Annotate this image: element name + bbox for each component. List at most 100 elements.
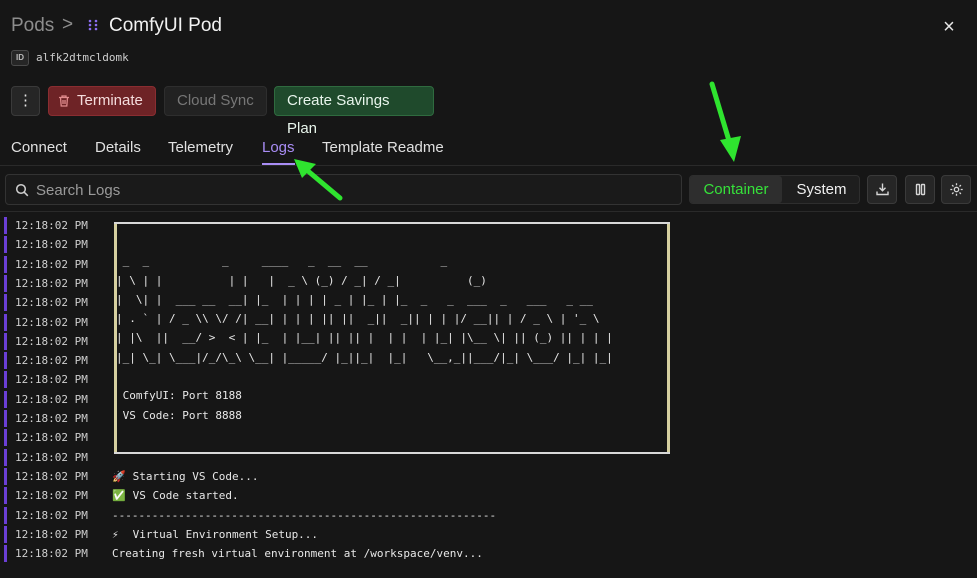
log-row-marker (4, 467, 7, 485)
log-message-text: Starting VS Code... (126, 469, 259, 483)
page-title: ComfyUI Pod (109, 15, 222, 36)
container-button[interactable]: Container (690, 176, 782, 203)
log-row: 12:18:02 PM ✅ VS Code started. (0, 486, 977, 505)
pod-icon (88, 19, 98, 31)
tab-template-readme[interactable]: Template Readme (322, 139, 444, 156)
log-timestamp: 12:18:02 PM (15, 508, 88, 522)
tab-telemetry[interactable]: Telemetry (168, 139, 233, 156)
log-row: 12:18:02 PM -----------------------------… (0, 506, 977, 525)
log-timestamp: 12:18:02 PM (15, 392, 88, 406)
log-message-text: VS Code started. (126, 489, 239, 503)
log-timestamp: 12:18:02 PM (15, 431, 88, 445)
log-source-toggle: Container System (689, 175, 860, 204)
log-row-marker (4, 294, 7, 312)
banner-line: ComfyUI: Port 8188 (116, 389, 242, 403)
log-row-marker (4, 313, 7, 331)
trash-icon (59, 95, 69, 107)
log-timestamp: 12:18:02 PM (15, 334, 88, 348)
banner-ascii-art: _ _ _ ____ _ __ __ _ | \ | | | | | _ \ (_… (116, 232, 613, 444)
banner-line: | \| | ___ __ __| |_ | | | | _ | |_ | |_… (116, 292, 593, 306)
log-timestamp: 12:18:02 PM (15, 412, 88, 425)
search-icon (15, 183, 29, 197)
log-row-marker (4, 487, 7, 505)
log-row-marker (4, 410, 7, 427)
log-timestamp: 12:18:02 PM (15, 219, 88, 232)
id-badge: ID (11, 50, 29, 66)
log-message-text: Virtual Environment Setup... (126, 527, 319, 541)
tab-bar: Connect Details Telemetry Logs Template … (0, 130, 977, 166)
banner-line: VS Code: Port 8888 (116, 408, 242, 422)
pause-logs-button[interactable] (905, 175, 935, 204)
log-message-text: ----------------------------------------… (112, 508, 497, 522)
terminate-label: Terminate (77, 92, 143, 109)
log-timestamp: 12:18:02 PM (15, 527, 88, 541)
breadcrumb-pods[interactable]: Pods (11, 15, 54, 37)
log-settings-button[interactable] (941, 175, 971, 204)
search-logs-input[interactable] (36, 179, 636, 201)
tab-details[interactable]: Details (95, 139, 141, 156)
log-timestamp: 12:18:02 PM (15, 373, 88, 387)
terminate-button[interactable]: Terminate (48, 86, 156, 116)
log-row-marker (4, 217, 7, 234)
log-row-marker (4, 506, 7, 524)
banner-line (116, 425, 613, 444)
log-timestamp: 12:18:02 PM (15, 296, 88, 310)
log-timestamp: 12:18:02 PM (15, 450, 88, 464)
log-message: Creating fresh virtual environment at /w… (112, 547, 483, 560)
download-icon (876, 183, 889, 196)
pause-icon (915, 183, 926, 196)
log-row-marker (4, 255, 7, 273)
log-timestamp: 12:18:02 PM (15, 547, 88, 561)
log-message: ⚡ Virtual Environment Setup... (112, 528, 318, 541)
download-logs-button[interactable] (867, 175, 897, 204)
breadcrumb-separator: > (62, 14, 74, 35)
log-timestamp: 12:18:02 PM (15, 489, 88, 503)
search-box (5, 174, 682, 205)
log-timestamp: 12:18:02 PM (15, 276, 88, 290)
log-timestamp: 12:18:02 PM (15, 257, 88, 271)
log-timestamp: 12:18:02 PM (15, 354, 88, 368)
log-emoji-icon: ✅ (112, 489, 126, 503)
banner-line: _ _ _ ____ _ __ __ _ (116, 254, 448, 268)
more-options-button[interactable]: ⋮ (11, 86, 40, 116)
banner-line: | |\ || __/ > < | |_ | |__| || || | | | … (116, 331, 613, 345)
log-row-marker (4, 448, 7, 466)
log-message-text: Creating fresh virtual environment at /w… (112, 547, 483, 561)
log-message: 🚀 Starting VS Code... (112, 470, 258, 483)
cloud-sync-button[interactable]: Cloud Sync (164, 86, 267, 116)
banner-line: | . ` | / _ \\ \/ /| __| | | | || || _||… (116, 312, 600, 326)
close-icon[interactable]: × (938, 16, 960, 38)
pod-id: alfk2dtmcldomk (36, 51, 129, 64)
log-timestamp: 12:18:02 PM (15, 469, 88, 483)
log-row-marker (4, 545, 7, 563)
log-row-marker (4, 371, 7, 389)
log-row: 12:18:02 PM ⚡ Virtual Environment Setup..… (0, 525, 977, 544)
banner-line (116, 367, 613, 386)
log-row-marker (4, 332, 7, 350)
gear-icon (950, 183, 963, 196)
log-row-marker (4, 429, 7, 447)
log-message: ----------------------------------------… (112, 509, 496, 522)
log-message: ✅ VS Code started. (112, 489, 239, 502)
log-row-marker (4, 352, 7, 370)
log-row-marker (4, 236, 7, 254)
header: Pods > ComfyUI Pod × (0, 0, 977, 52)
banner-line: |_| \_| \___|/_/\_\ \__| |_____/ |_||_| … (116, 350, 613, 364)
active-tab-indicator (262, 163, 295, 165)
create-savings-plan-button[interactable]: Create Savings Plan (274, 86, 434, 137)
banner-line (116, 232, 613, 251)
log-row-marker (4, 390, 7, 408)
banner-right-edge (667, 224, 670, 452)
log-row: 12:18:02 PM 🚀 Starting VS Code... (0, 467, 977, 486)
log-emoji-icon: ⚡ (112, 527, 119, 541)
log-row: 12:18:02 PM Creating fresh virtual enviro… (0, 544, 977, 563)
tab-logs[interactable]: Logs (262, 139, 295, 156)
tab-connect[interactable]: Connect (11, 139, 67, 156)
system-button[interactable]: System (783, 176, 860, 203)
log-timestamp: 12:18:02 PM (15, 315, 88, 329)
log-timestamp: 12:18:02 PM (15, 238, 88, 252)
banner-line: | \ | | | | | _ \ (_) / _| / _| (_) (116, 273, 487, 287)
log-row-marker (4, 274, 7, 292)
log-emoji-icon: 🚀 (112, 469, 126, 483)
log-row-marker (4, 525, 7, 543)
